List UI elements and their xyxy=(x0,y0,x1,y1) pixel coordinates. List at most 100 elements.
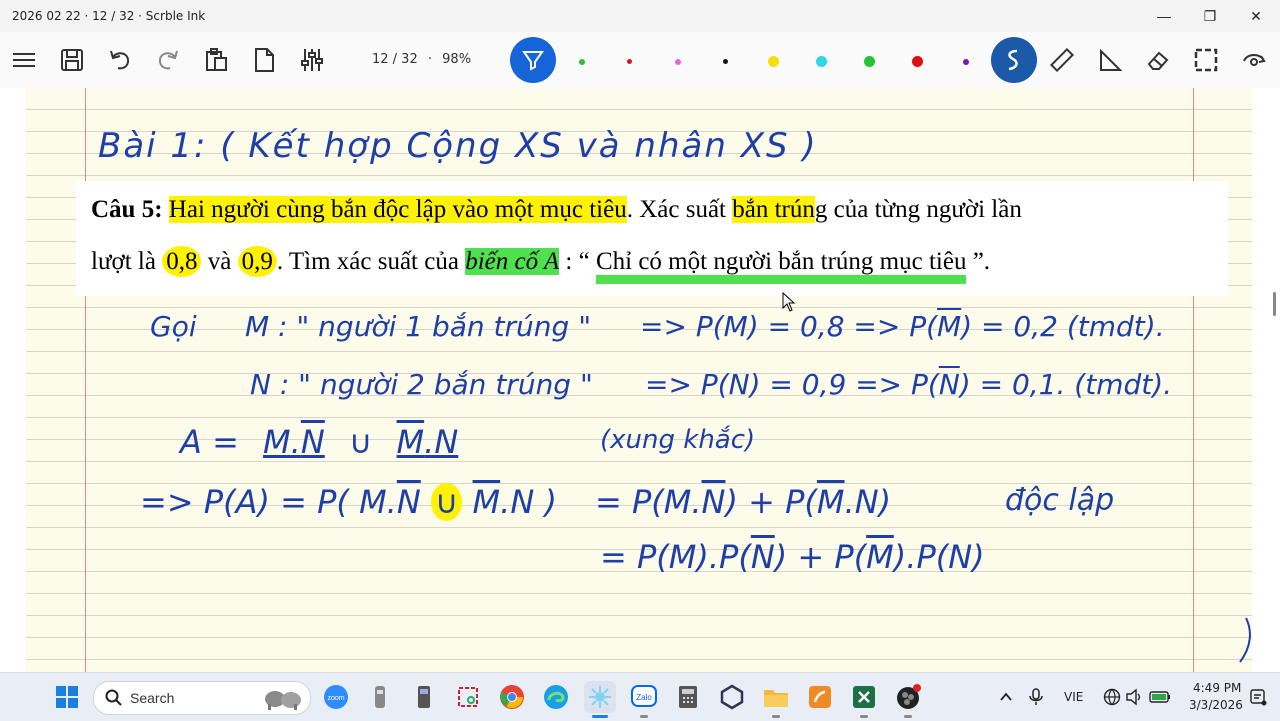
taskbar-excel[interactable] xyxy=(848,681,880,713)
windows-icon xyxy=(56,686,78,708)
note-n-definition: N : " người 2 bắn trúng " xyxy=(250,368,593,401)
input-language[interactable]: VIE xyxy=(1064,690,1083,704)
note-text: A = xyxy=(180,423,239,461)
pen-color-red-small[interactable] xyxy=(627,59,632,64)
tray-microphone[interactable] xyxy=(1020,681,1052,713)
view-button[interactable] xyxy=(1234,40,1274,80)
paste-button[interactable] xyxy=(196,40,236,80)
pen-color-yellow[interactable] xyxy=(768,56,779,67)
maximize-button[interactable]: ❐ xyxy=(1187,0,1233,32)
pen-color-cyan[interactable] xyxy=(816,56,827,67)
note-text: .N xyxy=(424,423,459,461)
pen-color-pink[interactable] xyxy=(675,59,681,65)
eraser-button[interactable] xyxy=(1138,40,1178,80)
note-text: => P(N) = 0,9 => P( xyxy=(645,368,939,401)
note-text: ∪ xyxy=(348,423,373,461)
problem-text: ”. xyxy=(966,248,991,275)
taskbar-app-snipping[interactable] xyxy=(452,681,484,713)
note-text: M xyxy=(472,483,501,521)
select-button[interactable] xyxy=(1186,40,1226,80)
scrollbar-thumb[interactable] xyxy=(1273,292,1276,316)
tray-overflow-button[interactable] xyxy=(990,681,1022,713)
pen-color-green-small[interactable] xyxy=(579,59,585,65)
note-text: ) = 0,2 (tmdt). xyxy=(961,310,1165,343)
note-title: Bài 1: ( Kết hợp Cộng XS và nhân XS ) xyxy=(98,126,818,166)
speaker-icon xyxy=(1126,688,1141,706)
note-text: ).P(N) xyxy=(893,538,985,576)
highlighter-tool-button[interactable] xyxy=(510,37,556,83)
problem-text: . Xác suất xyxy=(626,196,733,223)
highlight-number: 0,9 xyxy=(237,246,277,277)
note-text: ) = 0,1. (tmdt). xyxy=(959,368,1173,401)
problem-line-2: lượt là 0,8 và 0,9. Tìm xác suất của biế… xyxy=(91,246,991,284)
excel-icon xyxy=(853,686,875,708)
taskbar-calculator[interactable] xyxy=(672,681,704,713)
zalo-label: Zalo xyxy=(636,693,652,702)
title-bar: 2026 02 22 · 12 / 32 · Scrble Ink — ❐ ✕ xyxy=(0,0,1280,32)
running-indicator xyxy=(640,715,648,718)
running-indicator xyxy=(904,715,912,718)
close-button[interactable]: ✕ xyxy=(1233,0,1279,32)
clock-date[interactable]: 3/3/2026 xyxy=(1189,698,1243,712)
problem-statement: Câu 5: Hai người cùng bắn độc lập vào mộ… xyxy=(76,181,1228,296)
microphone-icon xyxy=(1029,688,1043,705)
menu-button[interactable] xyxy=(4,40,44,80)
zoom-level: 98% xyxy=(442,52,472,67)
pen-color-red[interactable] xyxy=(912,56,923,67)
clock-time[interactable]: 4:49 PM xyxy=(1193,681,1241,695)
note-text: M.N xyxy=(263,423,325,461)
note-m-definition: M : " người 1 bắn trúng " xyxy=(245,310,592,343)
notifications-button[interactable] xyxy=(1242,681,1274,713)
note-text: = P(M).P( xyxy=(600,538,751,576)
ink-canvas[interactable]: Bài 1: ( Kết hợp Cộng XS và nhân XS ) Câ… xyxy=(0,88,1280,672)
settings-button[interactable] xyxy=(292,40,332,80)
page-number: 12 / 32 xyxy=(372,52,418,67)
note-text: .N ) xyxy=(500,483,557,521)
scissors-icon xyxy=(458,687,478,707)
pen-color-purple[interactable] xyxy=(963,59,969,65)
taskbar-chrome[interactable] xyxy=(496,681,528,713)
note-text: .N) xyxy=(844,483,892,521)
highlight-event: biến cố A xyxy=(465,248,560,275)
clipboard-icon xyxy=(206,48,227,71)
ruler-button[interactable] xyxy=(1042,40,1082,80)
taskbar-foxit[interactable] xyxy=(804,681,836,713)
minimize-button[interactable]: — xyxy=(1141,0,1187,32)
pen-color-black[interactable] xyxy=(723,59,728,64)
taskbar-app-remote[interactable] xyxy=(364,681,396,713)
taskbar-obs[interactable] xyxy=(892,681,924,713)
set-square-button[interactable] xyxy=(1090,40,1130,80)
problem-text: lượt là xyxy=(91,248,163,275)
partial-stroke xyxy=(1239,617,1251,663)
lasso-tool-button[interactable] xyxy=(991,37,1037,83)
window-title: 2026 02 22 · 12 / 32 · Scrble Ink xyxy=(12,9,206,23)
taskbar-scrble-ink[interactable] xyxy=(584,681,616,713)
highlighter-icon xyxy=(522,51,544,71)
redo-button[interactable] xyxy=(148,40,188,80)
obs-icon xyxy=(897,684,921,709)
problem-text: và xyxy=(201,248,238,275)
page-indicator[interactable]: 12 / 32 · 98% xyxy=(372,52,471,67)
note-mutually-exclusive: (xung khắc) xyxy=(600,425,756,455)
taskbar-edge[interactable] xyxy=(540,681,572,713)
new-page-button[interactable] xyxy=(244,40,284,80)
hexagon-icon xyxy=(720,684,744,710)
taskbar-search[interactable]: Search xyxy=(93,681,311,715)
taskbar-zoom[interactable]: zoom xyxy=(320,681,352,713)
pen-color-green[interactable] xyxy=(864,56,875,67)
start-button[interactable] xyxy=(51,681,83,713)
taskbar-zalo[interactable]: Zalo xyxy=(628,681,660,713)
sliders-icon xyxy=(301,49,323,71)
taskbar-app-calculator-device[interactable] xyxy=(408,681,440,713)
note-text: M xyxy=(396,423,425,461)
search-icon xyxy=(105,689,122,706)
taskbar-app-network[interactable] xyxy=(716,681,748,713)
tray-battery[interactable] xyxy=(1144,681,1176,713)
minimize-icon: — xyxy=(1157,8,1171,24)
taskbar-file-explorer[interactable] xyxy=(760,681,792,713)
save-button[interactable] xyxy=(52,40,92,80)
chevron-up-icon xyxy=(1000,692,1012,701)
elephants-icon xyxy=(265,691,301,710)
separator: · xyxy=(427,52,433,67)
undo-button[interactable] xyxy=(100,40,140,80)
